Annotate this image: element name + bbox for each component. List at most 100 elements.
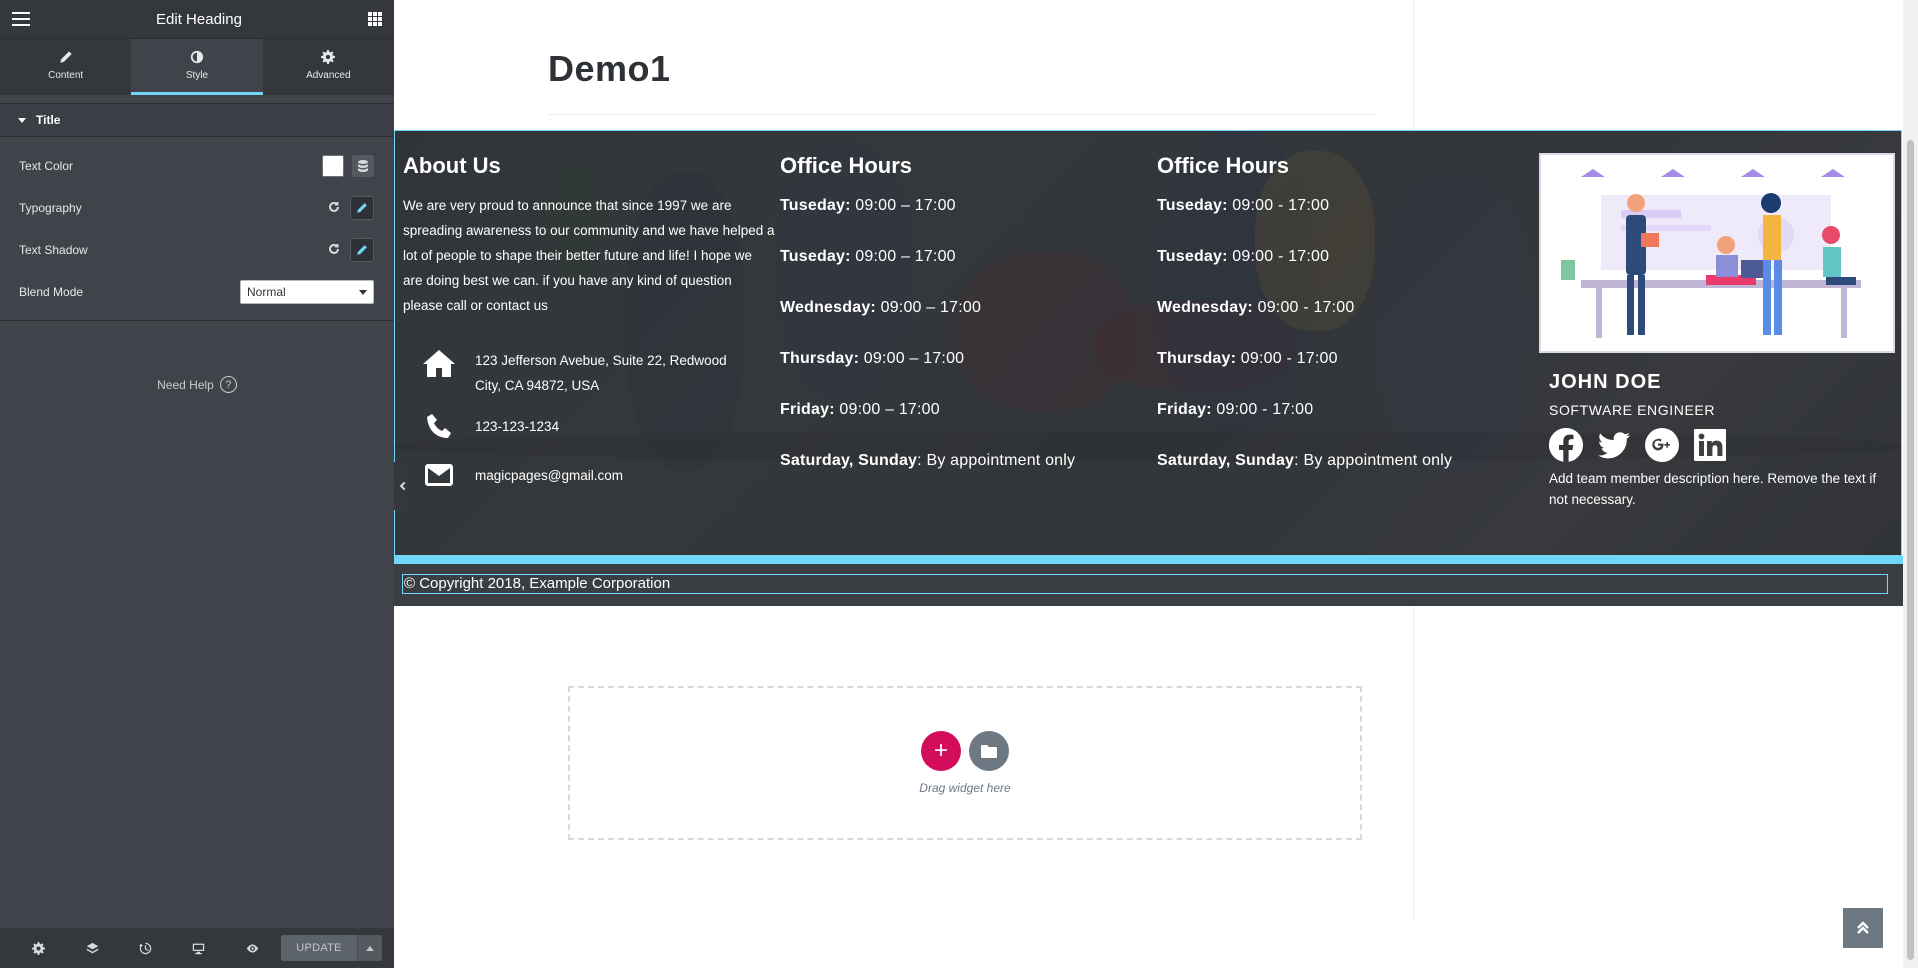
hours-row: Tuseday: 09:00 - 17:00 — [1157, 248, 1330, 265]
settings-icon[interactable] — [12, 928, 65, 968]
title-section: Title Text Color Typography Text Shadow … — [0, 103, 394, 321]
hours-row: Thursday: 09:00 – 17:00 — [780, 350, 965, 367]
folder-icon — [981, 745, 997, 758]
text-color-label: Text Color — [19, 159, 74, 173]
team-member-role: SOFTWARE ENGINEER — [1549, 402, 1716, 418]
collapse-panel-button[interactable] — [394, 462, 410, 510]
linkedin-icon[interactable] — [1693, 428, 1727, 462]
panel-header: Edit Heading — [0, 0, 394, 38]
about-text: We are very proud to announce that since… — [403, 198, 775, 313]
hours-row: Wednesday: 09:00 - 17:00 — [1157, 299, 1355, 316]
scrollbar-thumb[interactable] — [1907, 140, 1914, 960]
need-help-label: Need Help — [157, 377, 214, 392]
chevron-down-icon — [359, 289, 367, 295]
page-preview: Demo1 About Us We are very proud to anno… — [394, 0, 1918, 968]
reset-icon[interactable] — [328, 243, 342, 257]
scroll-to-top-button[interactable] — [1843, 908, 1883, 948]
editor-panel: Edit Heading Content Style Advanced Titl… — [0, 0, 394, 968]
phone-icon — [403, 412, 475, 442]
office-hours-column-1: Office Hours Tuseday: 09:00 – 17:00 Tuse… — [780, 153, 1140, 499]
caret-up-icon — [366, 945, 375, 951]
text-shadow-control: Text Shadow — [0, 229, 394, 271]
responsive-icon[interactable] — [172, 928, 225, 968]
hours-row: Saturday, Sunday: By appointment only — [1157, 452, 1453, 469]
pencil-icon — [357, 203, 367, 213]
color-swatch[interactable] — [322, 155, 344, 177]
pencil-icon — [357, 245, 367, 255]
team-member-widget: JOHN DOE SOFTWARE ENGINEER Add team memb… — [1539, 153, 1895, 510]
team-member-name: JOHN DOE — [1549, 371, 1662, 393]
copyright-section[interactable]: © Copyright 2018, Example Corporation — [394, 564, 1904, 606]
section-divider-bar — [394, 556, 1904, 564]
blend-mode-select[interactable]: Normal — [240, 280, 374, 304]
team-member-description: Add team member description here. Remove… — [1549, 471, 1877, 507]
tab-advanced-label: Advanced — [306, 70, 351, 81]
hours-row: Friday: 09:00 - 17:00 — [1157, 401, 1314, 418]
widget-dropzone[interactable]: + Drag widget here — [568, 686, 1362, 840]
home-icon — [403, 348, 475, 378]
hours-row: Tuseday: 09:00 – 17:00 — [780, 248, 956, 265]
text-color-control: Text Color — [0, 145, 394, 187]
hours-row: Friday: 09:00 – 17:00 — [780, 401, 940, 418]
edit-text-shadow-button[interactable] — [350, 238, 374, 262]
add-template-button[interactable] — [969, 731, 1009, 771]
preview-eye-icon[interactable] — [226, 928, 279, 968]
office-hours-heading: Office Hours — [1157, 153, 1290, 178]
history-icon[interactable] — [119, 928, 172, 968]
title-divider — [548, 114, 1378, 115]
about-heading: About Us — [403, 153, 501, 178]
update-button[interactable]: UPDATE — [280, 935, 358, 961]
team-illustration — [1539, 153, 1895, 353]
need-help-link[interactable]: Need Help ? — [0, 376, 394, 393]
phone-item: 123-123-1234 — [403, 412, 775, 442]
social-icons — [1549, 428, 1895, 462]
gear-icon — [321, 50, 336, 64]
hours-row: Saturday, Sunday: By appointment only — [780, 452, 1076, 469]
panel-footer: UPDATE — [0, 928, 394, 968]
layers-icon[interactable] — [65, 928, 118, 968]
email-item: magicpages@gmail.com — [403, 462, 775, 488]
facebook-icon[interactable] — [1549, 428, 1583, 462]
edit-typography-button[interactable] — [350, 196, 374, 220]
section-toggle-title[interactable]: Title — [0, 103, 394, 137]
tab-style-label: Style — [185, 70, 209, 81]
footer-section[interactable]: About Us We are very proud to announce t… — [394, 130, 1902, 556]
hours-row: Tuseday: 09:00 – 17:00 — [780, 197, 956, 214]
chevron-left-icon — [399, 481, 408, 491]
widgets-grid-icon[interactable] — [368, 12, 382, 26]
help-icon: ? — [219, 376, 237, 393]
panel-tabs: Content Style Advanced — [0, 38, 394, 95]
tab-style[interactable]: Style — [131, 39, 263, 95]
text-shadow-label: Text Shadow — [19, 243, 88, 257]
global-colors-icon[interactable] — [352, 155, 374, 177]
tab-advanced[interactable]: Advanced — [263, 39, 394, 95]
update-options-button[interactable] — [357, 935, 382, 961]
blend-mode-value: Normal — [247, 285, 286, 299]
panel-title: Edit Heading — [156, 10, 242, 28]
copyright-text[interactable]: © Copyright 2018, Example Corporation — [402, 574, 1888, 594]
reset-icon[interactable] — [328, 201, 342, 215]
hours-row: Thursday: 09:00 - 17:00 — [1157, 350, 1338, 367]
envelope-icon — [403, 462, 475, 488]
twitter-icon[interactable] — [1597, 428, 1631, 462]
hours-row: Wednesday: 09:00 – 17:00 — [780, 299, 982, 316]
double-chevron-up-icon — [1857, 921, 1869, 934]
typography-control: Typography — [0, 187, 394, 229]
contrast-icon — [190, 50, 204, 64]
page-scrollbar[interactable] — [1903, 0, 1918, 968]
blend-mode-control: Blend Mode Normal — [0, 271, 394, 313]
tab-content-label: Content — [48, 70, 84, 81]
page-title[interactable]: Demo1 — [548, 48, 671, 90]
phone-text: 123-123-1234 — [475, 419, 560, 434]
pencil-icon — [59, 51, 72, 63]
address-text: 123 Jefferson Avebue, Suite 22, Redwood … — [475, 353, 727, 393]
tab-content[interactable]: Content — [0, 39, 131, 95]
typography-label: Typography — [19, 201, 82, 215]
email-text: magicpages@gmail.com — [475, 468, 624, 483]
address-item: 123 Jefferson Avebue, Suite 22, Redwood … — [403, 348, 775, 398]
google-plus-icon[interactable] — [1645, 428, 1679, 462]
menu-icon[interactable] — [12, 12, 30, 26]
add-section-button[interactable]: + — [921, 731, 961, 771]
hours-row: Tuseday: 09:00 - 17:00 — [1157, 197, 1330, 214]
caret-down-icon — [18, 117, 26, 123]
